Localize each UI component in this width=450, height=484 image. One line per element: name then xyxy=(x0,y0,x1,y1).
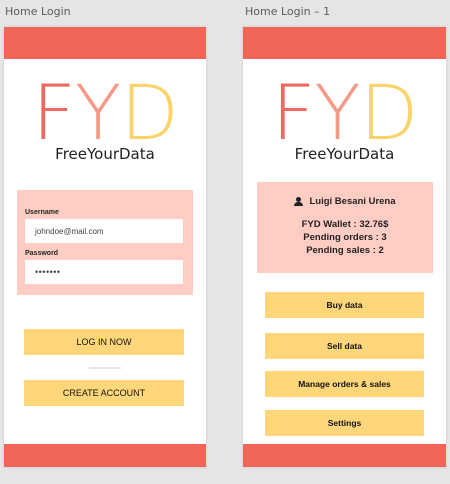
frame-home-login: FYD FreeYourData Username johndoe@mail.c… xyxy=(4,27,206,467)
buy-data-button[interactable]: Buy data xyxy=(265,292,424,318)
pending-orders: Pending orders : 3 xyxy=(303,232,387,243)
password-label: Password xyxy=(25,250,59,257)
pending-sales: Pending sales : 2 xyxy=(306,245,384,256)
frame-home-login-1: FYD FreeYourData Luigi Besani Urena FYD … xyxy=(243,27,446,467)
sell-data-button[interactable]: Sell data xyxy=(265,333,424,359)
username-label: Username xyxy=(25,209,59,216)
divider xyxy=(89,367,121,369)
password-input[interactable]: ••••••• xyxy=(25,260,183,284)
login-form: Username johndoe@mail.com Password •••••… xyxy=(17,190,193,295)
bottom-bar xyxy=(4,444,206,467)
username-input[interactable]: johndoe@mail.com xyxy=(25,219,183,243)
wallet-balance: FYD Wallet : 32.76$ xyxy=(301,219,389,230)
log-in-button[interactable]: LOG IN NOW xyxy=(24,329,184,355)
top-bar xyxy=(243,27,446,59)
brand-name: FreeYourData xyxy=(294,145,395,163)
top-bar xyxy=(4,27,206,59)
settings-button[interactable]: Settings xyxy=(265,410,424,436)
user-name: Luigi Besani Urena xyxy=(309,196,396,207)
frame-title-home-login-1: Home Login – 1 xyxy=(245,5,331,18)
bottom-bar xyxy=(243,444,446,467)
logo: FYD xyxy=(271,68,419,157)
account-summary-panel: Luigi Besani Urena FYD Wallet : 32.76$ P… xyxy=(257,182,433,273)
user-icon xyxy=(294,197,304,206)
create-account-button[interactable]: CREATE ACCOUNT xyxy=(24,380,184,406)
user-row: Luigi Besani Urena xyxy=(257,196,433,207)
manage-orders-sales-button[interactable]: Manage orders & sales xyxy=(265,371,424,397)
frame-title-home-login: Home Login xyxy=(5,5,71,18)
logo: FYD xyxy=(32,68,179,157)
brand-name: FreeYourData xyxy=(55,145,155,163)
